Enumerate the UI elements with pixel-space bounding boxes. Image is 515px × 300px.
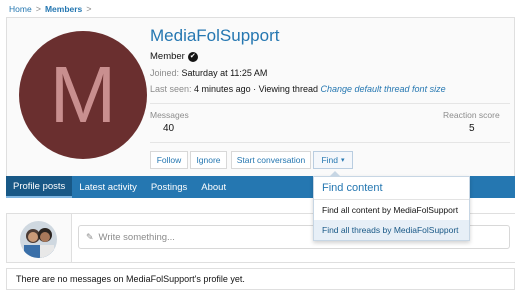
breadcrumb: Home > Members > xyxy=(9,4,92,14)
empty-profile-notice: There are no messages on MediaFolSupport… xyxy=(6,268,515,290)
avatar[interactable]: M xyxy=(19,31,147,159)
divider xyxy=(150,103,510,104)
breadcrumb-home[interactable]: Home xyxy=(9,4,32,14)
find-dropdown-menu: Find content Find all content by MediaFo… xyxy=(313,171,470,241)
last-seen-label: Last seen: xyxy=(150,84,192,94)
tab-about[interactable]: About xyxy=(194,176,233,198)
start-conversation-button[interactable]: Start conversation xyxy=(231,151,311,169)
pencil-icon: ✎ xyxy=(86,231,94,242)
find-button-label: Find xyxy=(321,155,339,165)
username[interactable]: MediaFolSupport xyxy=(150,26,279,46)
find-menu-title: Find content xyxy=(314,177,469,200)
find-button[interactable]: Find ▾ xyxy=(313,151,353,169)
messages-label: Messages xyxy=(150,110,189,120)
reaction-score-label: Reaction score xyxy=(443,110,500,120)
joined-value: Saturday at 11:25 AM xyxy=(181,68,268,78)
tab-profile-posts[interactable]: Profile posts xyxy=(6,176,73,198)
chevron-down-icon: ▾ xyxy=(341,157,345,164)
follow-button[interactable]: Follow xyxy=(150,151,188,169)
divider xyxy=(150,142,510,143)
tab-latest-activity[interactable]: Latest activity xyxy=(72,176,144,198)
breadcrumb-members[interactable]: Members xyxy=(45,4,82,14)
ignore-button[interactable]: Ignore xyxy=(190,151,227,169)
profile-header: M MediaFolSupport Member ✔ Joined: Satur… xyxy=(6,17,515,176)
breadcrumb-separator: > xyxy=(86,4,92,14)
last-seen-thread-link[interactable]: Change default thread font size xyxy=(320,84,445,94)
find-all-threads-item[interactable]: Find all threads by MediaFolSupport xyxy=(314,220,469,240)
last-seen-line: Last seen: 4 minutes ago · Viewing threa… xyxy=(150,84,446,94)
last-seen-value: 4 minutes ago · Viewing thread xyxy=(194,84,318,94)
verified-icon: ✔ xyxy=(187,51,198,62)
user-title: Member ✔ xyxy=(150,51,198,62)
breadcrumb-separator: > xyxy=(35,4,41,14)
messages-count[interactable]: 40 xyxy=(163,123,174,134)
reaction-score-value[interactable]: 5 xyxy=(469,123,475,134)
joined-line: Joined: Saturday at 11:25 AM xyxy=(150,68,267,78)
current-user-avatar[interactable] xyxy=(20,221,57,258)
write-something-placeholder: Write something... xyxy=(98,231,175,243)
avatar-letter: M xyxy=(49,50,117,139)
joined-label: Joined: xyxy=(150,68,180,78)
user-title-text: Member xyxy=(150,51,185,62)
tab-postings[interactable]: Postings xyxy=(144,176,194,198)
find-all-content-item[interactable]: Find all content by MediaFolSupport xyxy=(314,200,469,220)
